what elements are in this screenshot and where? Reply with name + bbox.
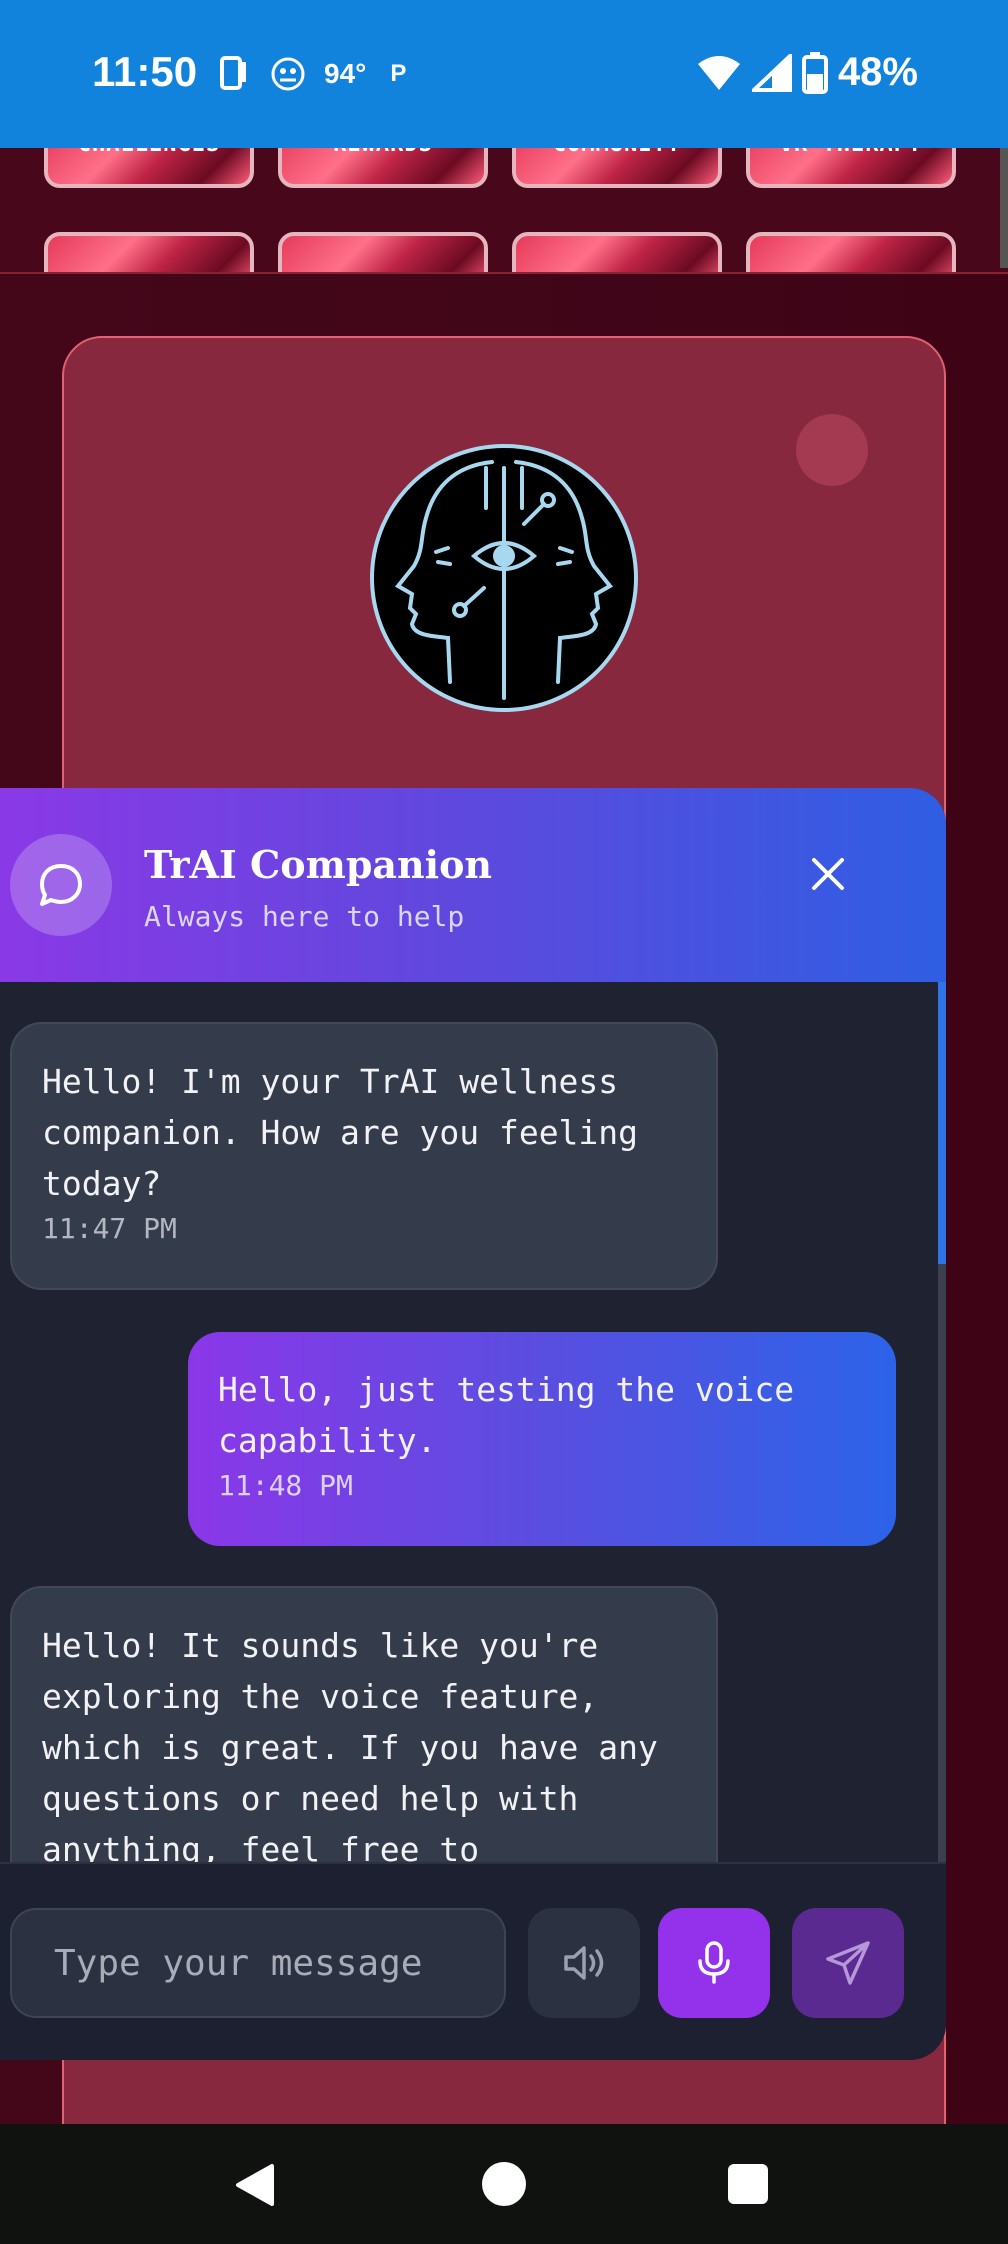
- microphone-icon: [698, 1941, 730, 1984]
- message-text: Hello! It sounds like you're exploring t…: [42, 1626, 658, 1862]
- back-icon[interactable]: [232, 2162, 276, 2208]
- status-notification-glyph: P: [390, 60, 407, 87]
- close-chat-button[interactable]: [800, 846, 856, 902]
- status-battery-percent: 48%: [837, 50, 918, 94]
- chat-bubble-icon: [40, 864, 82, 906]
- tile-rewards[interactable]: REWARDS: [278, 148, 488, 188]
- chat-scrollbar-thumb[interactable]: [938, 982, 946, 1264]
- speaker-icon: [564, 1946, 604, 1980]
- tile-row2-1[interactable]: [44, 232, 254, 272]
- message-input[interactable]: Type your message: [10, 1908, 506, 2018]
- brain-faces-logo-icon: [394, 460, 614, 700]
- chat-avatar: [10, 834, 112, 936]
- message-user-1: Hello, just testing the voice capability…: [188, 1332, 896, 1546]
- tile-vr-therapy[interactable]: VR THERAPY: [746, 148, 956, 188]
- home-icon[interactable]: [482, 2162, 526, 2206]
- chat-panel: TrAI Companion Always here to help Hello…: [0, 788, 946, 2060]
- message-time: 11:47 PM: [42, 1212, 177, 1245]
- message-ai-2: Hello! It sounds like you're exploring t…: [10, 1586, 718, 1862]
- chat-messages[interactable]: Hello! I'm your TrAI wellness companion.…: [0, 982, 946, 1862]
- trai-logo: [370, 444, 638, 712]
- send-button[interactable]: [792, 1908, 904, 2018]
- chat-header: TrAI Companion Always here to help: [0, 788, 946, 982]
- message-text: Hello! I'm your TrAI wellness companion.…: [42, 1062, 639, 1203]
- microphone-button[interactable]: [658, 1908, 770, 2018]
- message-time: 11:48 PM: [218, 1469, 353, 1502]
- chat-title: TrAI Companion: [144, 842, 493, 887]
- status-time: 11:50: [92, 48, 198, 95]
- status-right-icons: 48%: [696, 50, 918, 95]
- recent-apps-icon[interactable]: [728, 2164, 768, 2204]
- tile-row2-2[interactable]: [278, 232, 488, 272]
- phone-vibrate-icon: [220, 56, 246, 90]
- feature-tiles: CHALLENGES REWARDS COMMUNITY VR THERAPY: [0, 148, 1008, 274]
- close-icon: [812, 858, 844, 890]
- weather-app-icon: [271, 57, 305, 91]
- status-temperature: 94°: [324, 58, 367, 89]
- battery-icon: [801, 51, 828, 94]
- page-scrollbar[interactable]: [1000, 148, 1008, 268]
- cell-signal-icon: [751, 53, 792, 92]
- system-nav-bar: [0, 2124, 1008, 2244]
- send-icon: [826, 1941, 870, 1985]
- card-status-dot: [796, 414, 868, 486]
- chat-input-bar: Type your message: [0, 1862, 946, 2060]
- tile-community[interactable]: COMMUNITY: [512, 148, 722, 188]
- tile-row2-3[interactable]: [512, 232, 722, 272]
- speaker-toggle-button[interactable]: [528, 1908, 640, 2018]
- tile-row2-4[interactable]: [746, 232, 956, 272]
- chat-subtitle: Always here to help: [144, 900, 465, 933]
- status-left-icons: 94° P: [212, 54, 406, 94]
- message-text: Hello, just testing the voice capability…: [218, 1370, 795, 1460]
- message-ai-1: Hello! I'm your TrAI wellness companion.…: [10, 1022, 718, 1290]
- tile-challenges[interactable]: CHALLENGES: [44, 148, 254, 188]
- wifi-icon: [697, 55, 740, 90]
- status-bar: 11:50 94° P 48%: [0, 0, 1008, 148]
